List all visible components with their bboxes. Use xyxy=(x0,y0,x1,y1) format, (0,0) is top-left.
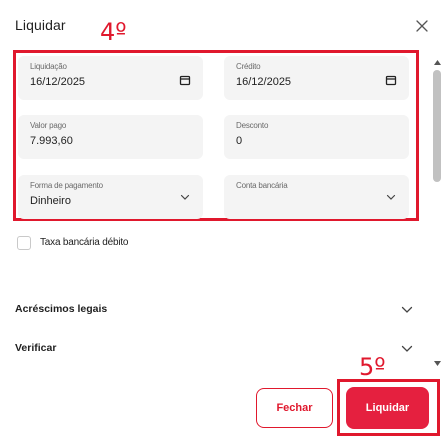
fechar-button[interactable]: Fechar xyxy=(256,388,333,428)
accordion-verificar[interactable]: Verificar xyxy=(15,340,415,360)
liquidar-button[interactable]: Liquidar xyxy=(346,387,429,429)
step-4-annotation: 4º xyxy=(100,18,127,46)
scroll-down-arrow-icon[interactable] xyxy=(433,360,442,367)
desconto-value: 0 xyxy=(236,135,243,147)
accordion-label: Acréscimos legais xyxy=(15,303,108,315)
taxa-bancaria-label: Taxa bancária débito xyxy=(40,237,129,248)
valor-pago-label: Valor pago xyxy=(30,121,67,130)
chevron-down-icon xyxy=(401,345,413,352)
calendar-icon[interactable] xyxy=(385,74,397,86)
credito-date-field[interactable]: Crédito 16/12/2025 xyxy=(224,56,409,100)
accordion-acrescimos-legais[interactable]: Acréscimos legais xyxy=(15,301,415,321)
taxa-bancaria-checkbox[interactable] xyxy=(17,236,31,250)
credito-value: 16/12/2025 xyxy=(236,76,292,88)
chevron-down-icon xyxy=(386,194,396,200)
desconto-label: Desconto xyxy=(236,121,269,130)
liquidacao-label: Liquidação xyxy=(30,62,67,71)
dialog-title: Liquidar xyxy=(15,17,66,33)
calendar-icon[interactable] xyxy=(179,74,191,86)
accordion-label: Verificar xyxy=(15,342,57,354)
close-button[interactable] xyxy=(410,14,434,38)
forma-pagamento-label: Forma de pagamento xyxy=(30,181,103,190)
forma-pagamento-select[interactable]: Forma de pagamento Dinheiro xyxy=(18,175,203,219)
conta-bancaria-select[interactable]: Conta bancária xyxy=(224,175,409,219)
desconto-field[interactable]: Desconto 0 xyxy=(224,115,409,159)
credito-label: Crédito xyxy=(236,62,261,71)
chevron-down-icon xyxy=(180,194,190,200)
chevron-down-icon xyxy=(401,306,413,313)
valor-pago-field[interactable]: Valor pago 7.993,60 xyxy=(18,115,203,159)
scroll-up-arrow-icon[interactable] xyxy=(433,59,442,66)
scrollbar-thumb[interactable] xyxy=(433,70,441,182)
conta-bancaria-label: Conta bancária xyxy=(236,181,288,190)
valor-pago-value: 7.993,60 xyxy=(30,135,73,147)
liquidacao-date-field[interactable]: Liquidação 16/12/2025 xyxy=(18,56,203,100)
step-5-annotation: 5º xyxy=(359,353,386,381)
liquidacao-value: 16/12/2025 xyxy=(30,76,86,88)
forma-pagamento-value: Dinheiro xyxy=(30,195,71,207)
close-icon xyxy=(416,20,428,32)
